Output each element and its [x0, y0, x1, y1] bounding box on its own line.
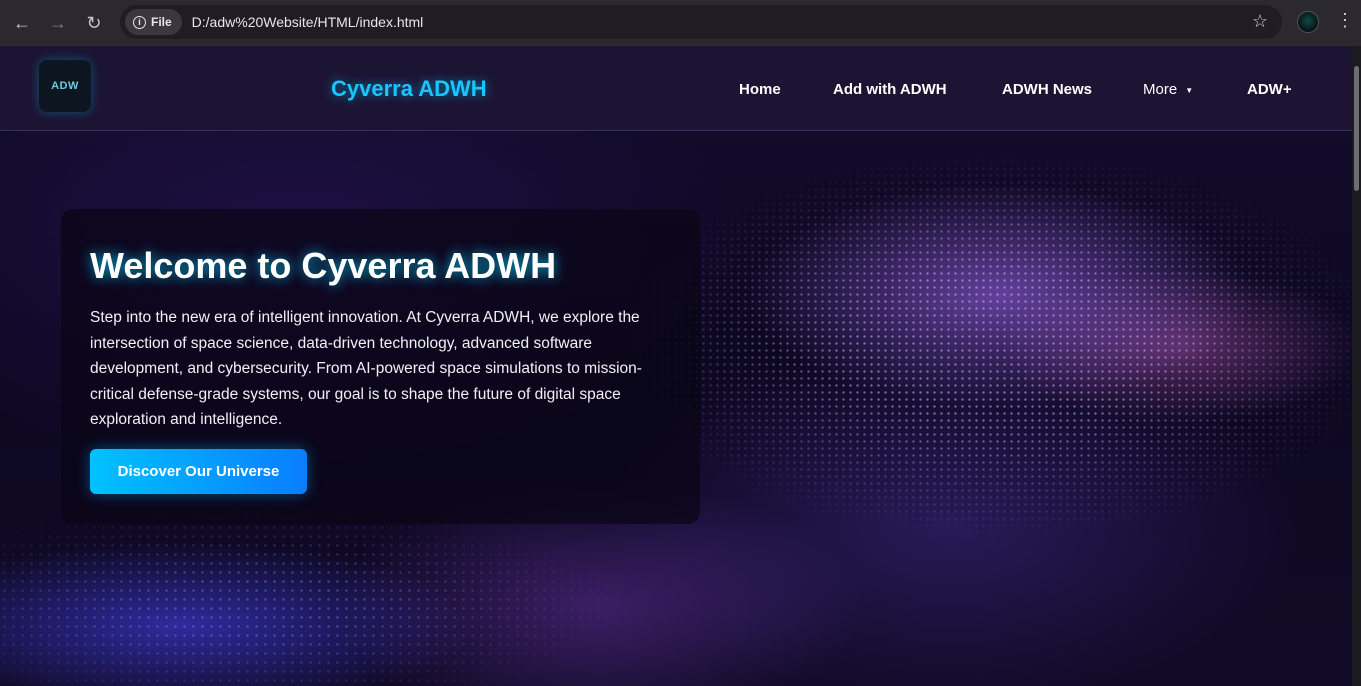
nav-adw-plus[interactable]: ADW+: [1247, 81, 1292, 98]
hero-card: Welcome to Cyverra ADWH Step into the ne…: [61, 209, 700, 524]
discover-universe-button[interactable]: Discover Our Universe: [90, 449, 307, 494]
browser-toolbar: ← → ↻ i File D:/adw%20Website/HTML/index…: [0, 0, 1361, 46]
profile-avatar[interactable]: [1297, 11, 1319, 33]
address-bar[interactable]: i File D:/adw%20Website/HTML/index.html …: [120, 5, 1282, 39]
nav-more-dropdown[interactable]: More ▼: [1143, 81, 1193, 98]
bookmark-star-icon[interactable]: ☆: [1252, 11, 1268, 32]
site-info-chip[interactable]: i File: [125, 9, 182, 35]
nav-adwh-news[interactable]: ADWH News: [1002, 81, 1092, 98]
caret-down-icon: ▼: [1185, 86, 1194, 95]
nav-more-label: More: [1143, 81, 1178, 98]
reload-icon[interactable]: ↻: [76, 5, 112, 41]
main-nav: Home Add with ADWH ADWH News More ▼ ADW+: [0, 81, 1352, 101]
hero-description: Step into the new era of intelligent inn…: [90, 309, 642, 428]
browser-menu-icon[interactable]: ⋮: [1336, 11, 1354, 29]
forward-icon[interactable]: →: [40, 5, 76, 41]
hero-title: Welcome to Cyverra ADWH: [90, 245, 557, 286]
nav-add-with-adwh[interactable]: Add with ADWH: [833, 81, 947, 98]
page-scrollbar[interactable]: [1352, 46, 1361, 686]
info-icon: i: [133, 15, 146, 29]
nav-home[interactable]: Home: [739, 81, 781, 98]
back-icon[interactable]: ←: [4, 5, 40, 41]
scrollbar-thumb[interactable]: [1354, 66, 1359, 191]
page-viewport: ADW Cyverra ADWH Home Add with ADWH ADWH…: [0, 46, 1352, 686]
site-chip-label: File: [151, 15, 172, 29]
url-text[interactable]: D:/adw%20Website/HTML/index.html: [192, 14, 424, 30]
site-header: ADW Cyverra ADWH Home Add with ADWH ADWH…: [0, 46, 1352, 131]
